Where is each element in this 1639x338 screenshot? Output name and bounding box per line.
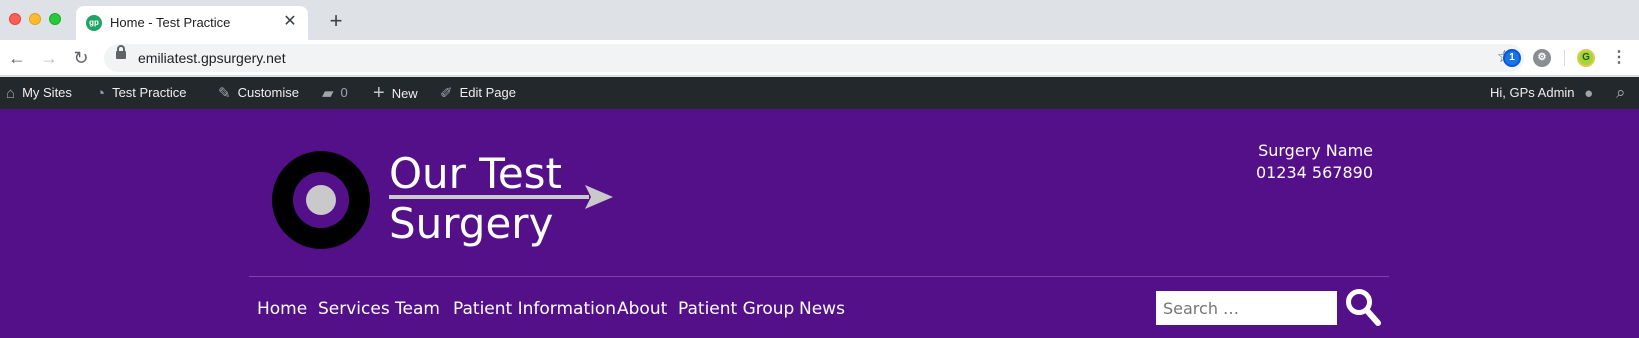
gear-extension-icon[interactable]: ⚙ bbox=[1533, 49, 1551, 67]
browser-tab-active[interactable]: gp Home - Test Practice ✕ bbox=[76, 6, 308, 40]
site-header: Our Test Surgery Surgery Name 01234 5678… bbox=[0, 109, 1639, 338]
nav-patient-group[interactable]: Patient Group bbox=[678, 289, 794, 329]
window-maximize-button[interactable] bbox=[49, 13, 61, 25]
nav-about[interactable]: About bbox=[617, 289, 667, 329]
back-button[interactable]: ← bbox=[5, 46, 29, 70]
header-divider bbox=[249, 276, 1389, 277]
comment-icon: ▰ bbox=[322, 85, 334, 102]
nav-services[interactable]: Services bbox=[318, 289, 390, 329]
admin-edit-page[interactable]: ✐ Edit Page bbox=[440, 77, 516, 109]
admin-edit-page-label: Edit Page bbox=[459, 85, 516, 100]
surgery-contact: Surgery Name 01234 567890 bbox=[1256, 140, 1373, 184]
wp-admin-bar: ⌂ My Sites ◔ Test Practice ✎ Customise ▰ 0 +… bbox=[0, 77, 1639, 109]
profile-avatar[interactable]: G bbox=[1577, 49, 1595, 67]
browser-tab-strip: gp Home - Test Practice ✕ + bbox=[0, 0, 1639, 40]
toolbar-separator bbox=[1564, 50, 1565, 66]
admin-greeting: Hi, GPs Admin bbox=[1490, 85, 1575, 100]
admin-site-name-label: Test Practice bbox=[112, 85, 187, 100]
nav-home[interactable]: Home bbox=[257, 289, 307, 329]
address-bar[interactable]: emiliatest.gpsurgery.net ☆ bbox=[104, 44, 1524, 72]
admin-new-label: New bbox=[391, 86, 418, 101]
admin-site-name[interactable]: ◔ Test Practice bbox=[96, 77, 186, 109]
wordpress-sites-icon: ⌂ bbox=[6, 85, 16, 102]
surgery-name: Surgery Name bbox=[1258, 141, 1373, 160]
admin-customise-label: Customise bbox=[237, 85, 299, 100]
tab-close-icon[interactable]: ✕ bbox=[280, 12, 300, 32]
logo-center-dot bbox=[306, 185, 336, 215]
admin-account[interactable]: Hi, GPs Admin ● bbox=[1490, 77, 1593, 109]
reload-button[interactable]: ↻ bbox=[69, 46, 93, 70]
site-logo-icon[interactable] bbox=[272, 151, 370, 249]
user-icon: ● bbox=[1584, 85, 1594, 102]
pencil-icon: ✐ bbox=[440, 85, 453, 102]
admin-customise[interactable]: ✎ Customise bbox=[218, 77, 299, 109]
lock-icon[interactable] bbox=[116, 45, 126, 59]
gp-favicon-icon: gp bbox=[86, 15, 102, 31]
password-manager-extension-icon[interactable]: 1 bbox=[1503, 49, 1521, 67]
admin-comments[interactable]: ▰ 0 bbox=[322, 77, 348, 109]
site-title-line2[interactable]: Surgery bbox=[389, 199, 553, 249]
admin-search-icon[interactable]: ⌕ bbox=[1616, 77, 1626, 109]
browser-menu-icon[interactable]: ⋮ bbox=[1610, 49, 1628, 67]
dashboard-icon: ◔ bbox=[96, 85, 106, 102]
admin-my-sites-label: My Sites bbox=[22, 85, 72, 100]
brush-icon: ✎ bbox=[218, 85, 231, 102]
url-text[interactable]: emiliatest.gpsurgery.net bbox=[138, 50, 286, 66]
forward-button[interactable]: → bbox=[37, 46, 61, 70]
new-tab-button[interactable]: + bbox=[324, 9, 348, 33]
admin-new[interactable]: + New bbox=[373, 77, 418, 109]
plus-icon: + bbox=[373, 82, 385, 104]
admin-my-sites[interactable]: ⌂ My Sites bbox=[6, 77, 72, 109]
logo-ring bbox=[293, 172, 349, 228]
site-search-input[interactable] bbox=[1156, 291, 1337, 325]
tab-title: Home - Test Practice bbox=[110, 15, 231, 30]
window-close-button[interactable] bbox=[9, 13, 21, 25]
window-minimize-button[interactable] bbox=[29, 13, 41, 25]
browser-toolbar: ← → ↻ emiliatest.gpsurgery.net ☆ 1 ⚙ G ⋮ bbox=[0, 40, 1639, 76]
search-icon[interactable] bbox=[1345, 288, 1381, 326]
nav-team[interactable]: Team bbox=[395, 289, 440, 329]
nav-news[interactable]: News bbox=[799, 289, 845, 329]
comment-count: 0 bbox=[340, 85, 348, 100]
nav-patient-information[interactable]: Patient Information bbox=[453, 289, 616, 329]
surgery-phone[interactable]: 01234 567890 bbox=[1256, 162, 1373, 184]
